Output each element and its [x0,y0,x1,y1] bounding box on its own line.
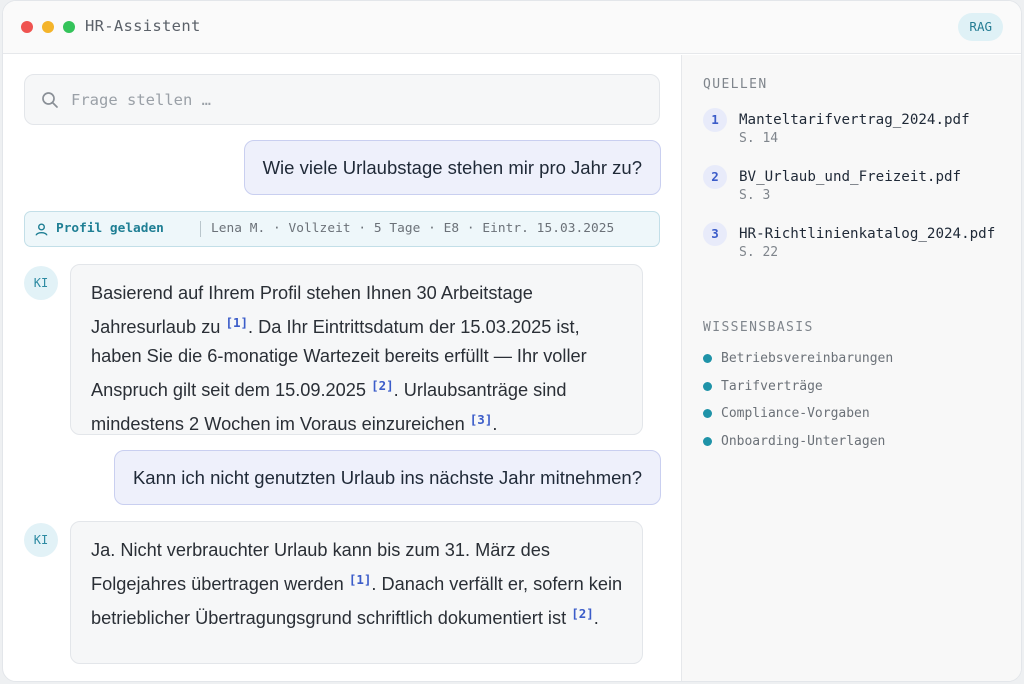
source-page: S. 14 [739,131,779,146]
source-filename: HR-Richtlinienkatalog_2024.pdf [739,226,996,242]
app-window: HR-Assistent RAG Wie viele Urlaubstage s… [2,0,1022,682]
ai-message-2: Ja. Nicht verbrauchter Urlaub kann bis z… [70,521,643,664]
close-window-button[interactable] [21,21,33,33]
citation-link[interactable]: [1] [349,572,372,587]
status-dot-icon [703,409,712,418]
search-input[interactable] [71,75,641,124]
knowledge-base-item: Tarifverträge [703,377,1003,397]
chat-panel: Wie viele Urlaubstage stehen mir pro Jah… [3,55,681,681]
user-message-2: Kann ich nicht genutzten Urlaub ins näch… [113,450,661,505]
search-icon [42,92,58,108]
sources-sidebar: QUELLEN 1 Manteltarifvertrag_2024.pdf S.… [681,55,1021,681]
ai-avatar: KI [24,523,58,557]
source-filename: Manteltarifvertrag_2024.pdf [739,112,970,128]
citation-link[interactable]: [1] [225,315,248,330]
status-dot-icon [703,382,712,391]
source-number: 3 [703,222,727,246]
source-item[interactable]: 3 HR-Richtlinienkatalog_2024.pdf S. 22 [703,222,1013,284]
source-number: 1 [703,108,727,132]
citation-link[interactable]: [2] [371,378,394,393]
citation-link[interactable]: [2] [571,606,594,621]
minimize-window-button[interactable] [42,21,54,33]
search-bar[interactable] [24,74,660,125]
source-page: S. 3 [739,188,771,203]
source-filename: BV_Urlaub_und_Freizeit.pdf [739,169,962,185]
ai-avatar: KI [24,266,58,300]
source-item[interactable]: 2 BV_Urlaub_und_Freizeit.pdf S. 3 [703,165,1013,209]
rag-badge: RAG [958,13,1003,41]
profile-loaded-label: Profil geladen [56,221,164,236]
knowledge-base-item: Betriebsvereinbarungen [703,349,1003,369]
maximize-window-button[interactable] [63,21,75,33]
knowledge-base-heading: WISSENSBASIS [703,320,814,335]
divider [200,221,201,237]
source-item[interactable]: 1 Manteltarifvertrag_2024.pdf S. 14 [703,108,1013,152]
source-page: S. 22 [739,245,779,260]
profile-status-bar: Profil geladen Lena M. · Vollzeit · 5 Ta… [24,211,660,247]
citation-link[interactable]: [3] [470,412,493,427]
user-message-1: Wie viele Urlaubstage stehen mir pro Jah… [243,140,661,195]
status-dot-icon [703,354,712,363]
status-dot-icon [703,437,712,446]
knowledge-base-item: Onboarding-Unterlagen [703,432,1003,452]
title-bar: HR-Assistent RAG [3,1,1021,54]
user-icon [35,223,48,236]
ai-message-1: Basierend auf Ihrem Profil stehen Ihnen … [70,264,643,435]
source-number: 2 [703,165,727,189]
sources-heading: QUELLEN [703,77,768,92]
knowledge-base-item: Compliance-Vorgaben [703,404,1003,424]
profile-details: Lena M. · Vollzeit · 5 Tage · E8 · Eintr… [211,221,615,236]
window-title: HR-Assistent [85,17,201,35]
